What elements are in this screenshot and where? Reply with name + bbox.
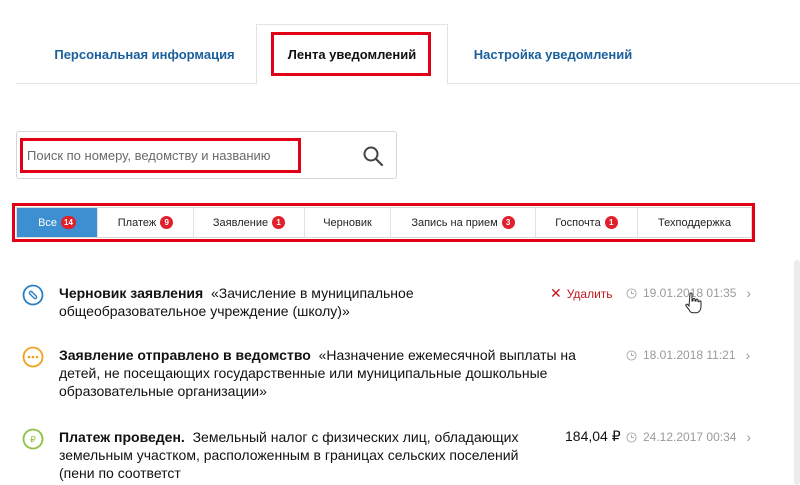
feed-item[interactable]: ₽ Платеж проведен. Земельный налог с физ…: [16, 428, 776, 484]
chevron-right-icon[interactable]: ›: [746, 347, 751, 363]
tab-notification-feed[interactable]: Лента уведомлений: [256, 24, 448, 85]
filter-payment[interactable]: Платеж 9: [98, 208, 194, 237]
count-badge: 1: [272, 216, 286, 229]
filter-label: Запись на прием: [411, 216, 498, 229]
draft-icon: [22, 284, 44, 306]
filter-draft[interactable]: Черновик: [305, 208, 391, 237]
clock-icon: [626, 287, 637, 299]
tab-label: Персональная информация: [54, 46, 235, 62]
feed-item-meta: 18.01.2018 11:21 ›: [626, 347, 750, 363]
svg-text:₽: ₽: [30, 435, 36, 445]
count-badge: 9: [160, 216, 174, 229]
filter-all[interactable]: Все 14: [17, 208, 98, 237]
pending-icon: [22, 346, 44, 368]
timestamp: 18.01.2018 11:21: [643, 348, 736, 362]
feed-item[interactable]: Заявление отправлено в ведомство «Назнач…: [16, 346, 776, 402]
tab-notification-settings[interactable]: Настройка уведомлений: [458, 24, 648, 84]
filter-label: Платеж: [117, 216, 157, 229]
clock-icon: [626, 349, 637, 361]
close-icon: ✕: [550, 285, 562, 301]
feed-item-text: Платеж проведен. Земельный налог с физич…: [59, 428, 518, 482]
feed-item-desc: общеобразовательное учреждение (школу)»: [59, 303, 350, 319]
payment-amount: 184,04 ₽: [565, 428, 621, 444]
filter-gospochta[interactable]: Госпочта 1: [536, 208, 638, 237]
count-badge: 1: [604, 216, 618, 229]
feed-item-meta: 24.12.2017 00:34 ›: [626, 429, 751, 445]
feed-item[interactable]: Черновик заявления «Зачисление в муницип…: [16, 284, 776, 324]
filter-support[interactable]: Техподдержка: [638, 208, 751, 237]
filter-label: Техподдержка: [658, 216, 731, 229]
payment-icon: ₽: [22, 428, 44, 450]
delete-label: Удалить: [566, 286, 613, 301]
feed-item-desc: Земельный налог с физических лиц, облада…: [192, 429, 519, 445]
feed-item-desc: (пени по соответст: [59, 465, 181, 481]
filter-appointment[interactable]: Запись на прием 3: [391, 208, 536, 237]
filter-application[interactable]: Заявление 1: [194, 208, 305, 237]
filter-bar: Все 14 Платеж 9 Заявление 1 Черновик Зап…: [16, 207, 752, 238]
chevron-right-icon[interactable]: ›: [746, 285, 751, 301]
feed-item-text: Черновик заявления «Зачисление в муницип…: [59, 284, 414, 320]
search-input[interactable]: [27, 140, 327, 170]
feed-item-desc: «Зачисление в муниципальное: [210, 285, 414, 301]
filter-label: Все: [38, 216, 58, 229]
search-box: [16, 131, 397, 179]
filter-label: Черновик: [323, 216, 372, 229]
filter-label: Заявление: [212, 216, 269, 229]
feed-item-title: Заявление отправлено в ведомство: [59, 347, 311, 363]
delete-button[interactable]: ✕ Удалить: [550, 285, 613, 302]
tab-label: Настройка уведомлений: [473, 46, 633, 62]
tab-bar: Персональная информация Лента уведомлени…: [16, 24, 800, 85]
feed-item-title: Платеж проведен.: [59, 429, 185, 445]
search-icon[interactable]: [362, 145, 384, 167]
tab-label: Лента уведомлений: [287, 47, 417, 62]
feed-item-desc: «Назначение ежемесячной выплаты на: [318, 347, 576, 363]
scrollbar[interactable]: [794, 260, 800, 485]
feed-item-title: Черновик заявления: [59, 285, 204, 301]
timestamp: 24.12.2017 00:34: [643, 430, 737, 444]
chevron-right-icon[interactable]: ›: [746, 429, 751, 445]
tab-personal-info[interactable]: Персональная информация: [32, 24, 257, 84]
clock-icon: [626, 431, 637, 443]
feed-item-text: Заявление отправлено в ведомство «Назнач…: [59, 346, 576, 400]
hand-cursor-icon: [685, 292, 702, 314]
feed-item-desc: земельным участком, расположенным в гран…: [59, 447, 519, 463]
filter-label: Госпочта: [555, 216, 601, 229]
feed-item-desc: образовательные организации»: [59, 383, 267, 399]
feed-item-desc: детей, не посещающих государственные или…: [59, 365, 548, 381]
count-badge: 3: [501, 216, 515, 229]
count-badge: 14: [61, 216, 76, 229]
